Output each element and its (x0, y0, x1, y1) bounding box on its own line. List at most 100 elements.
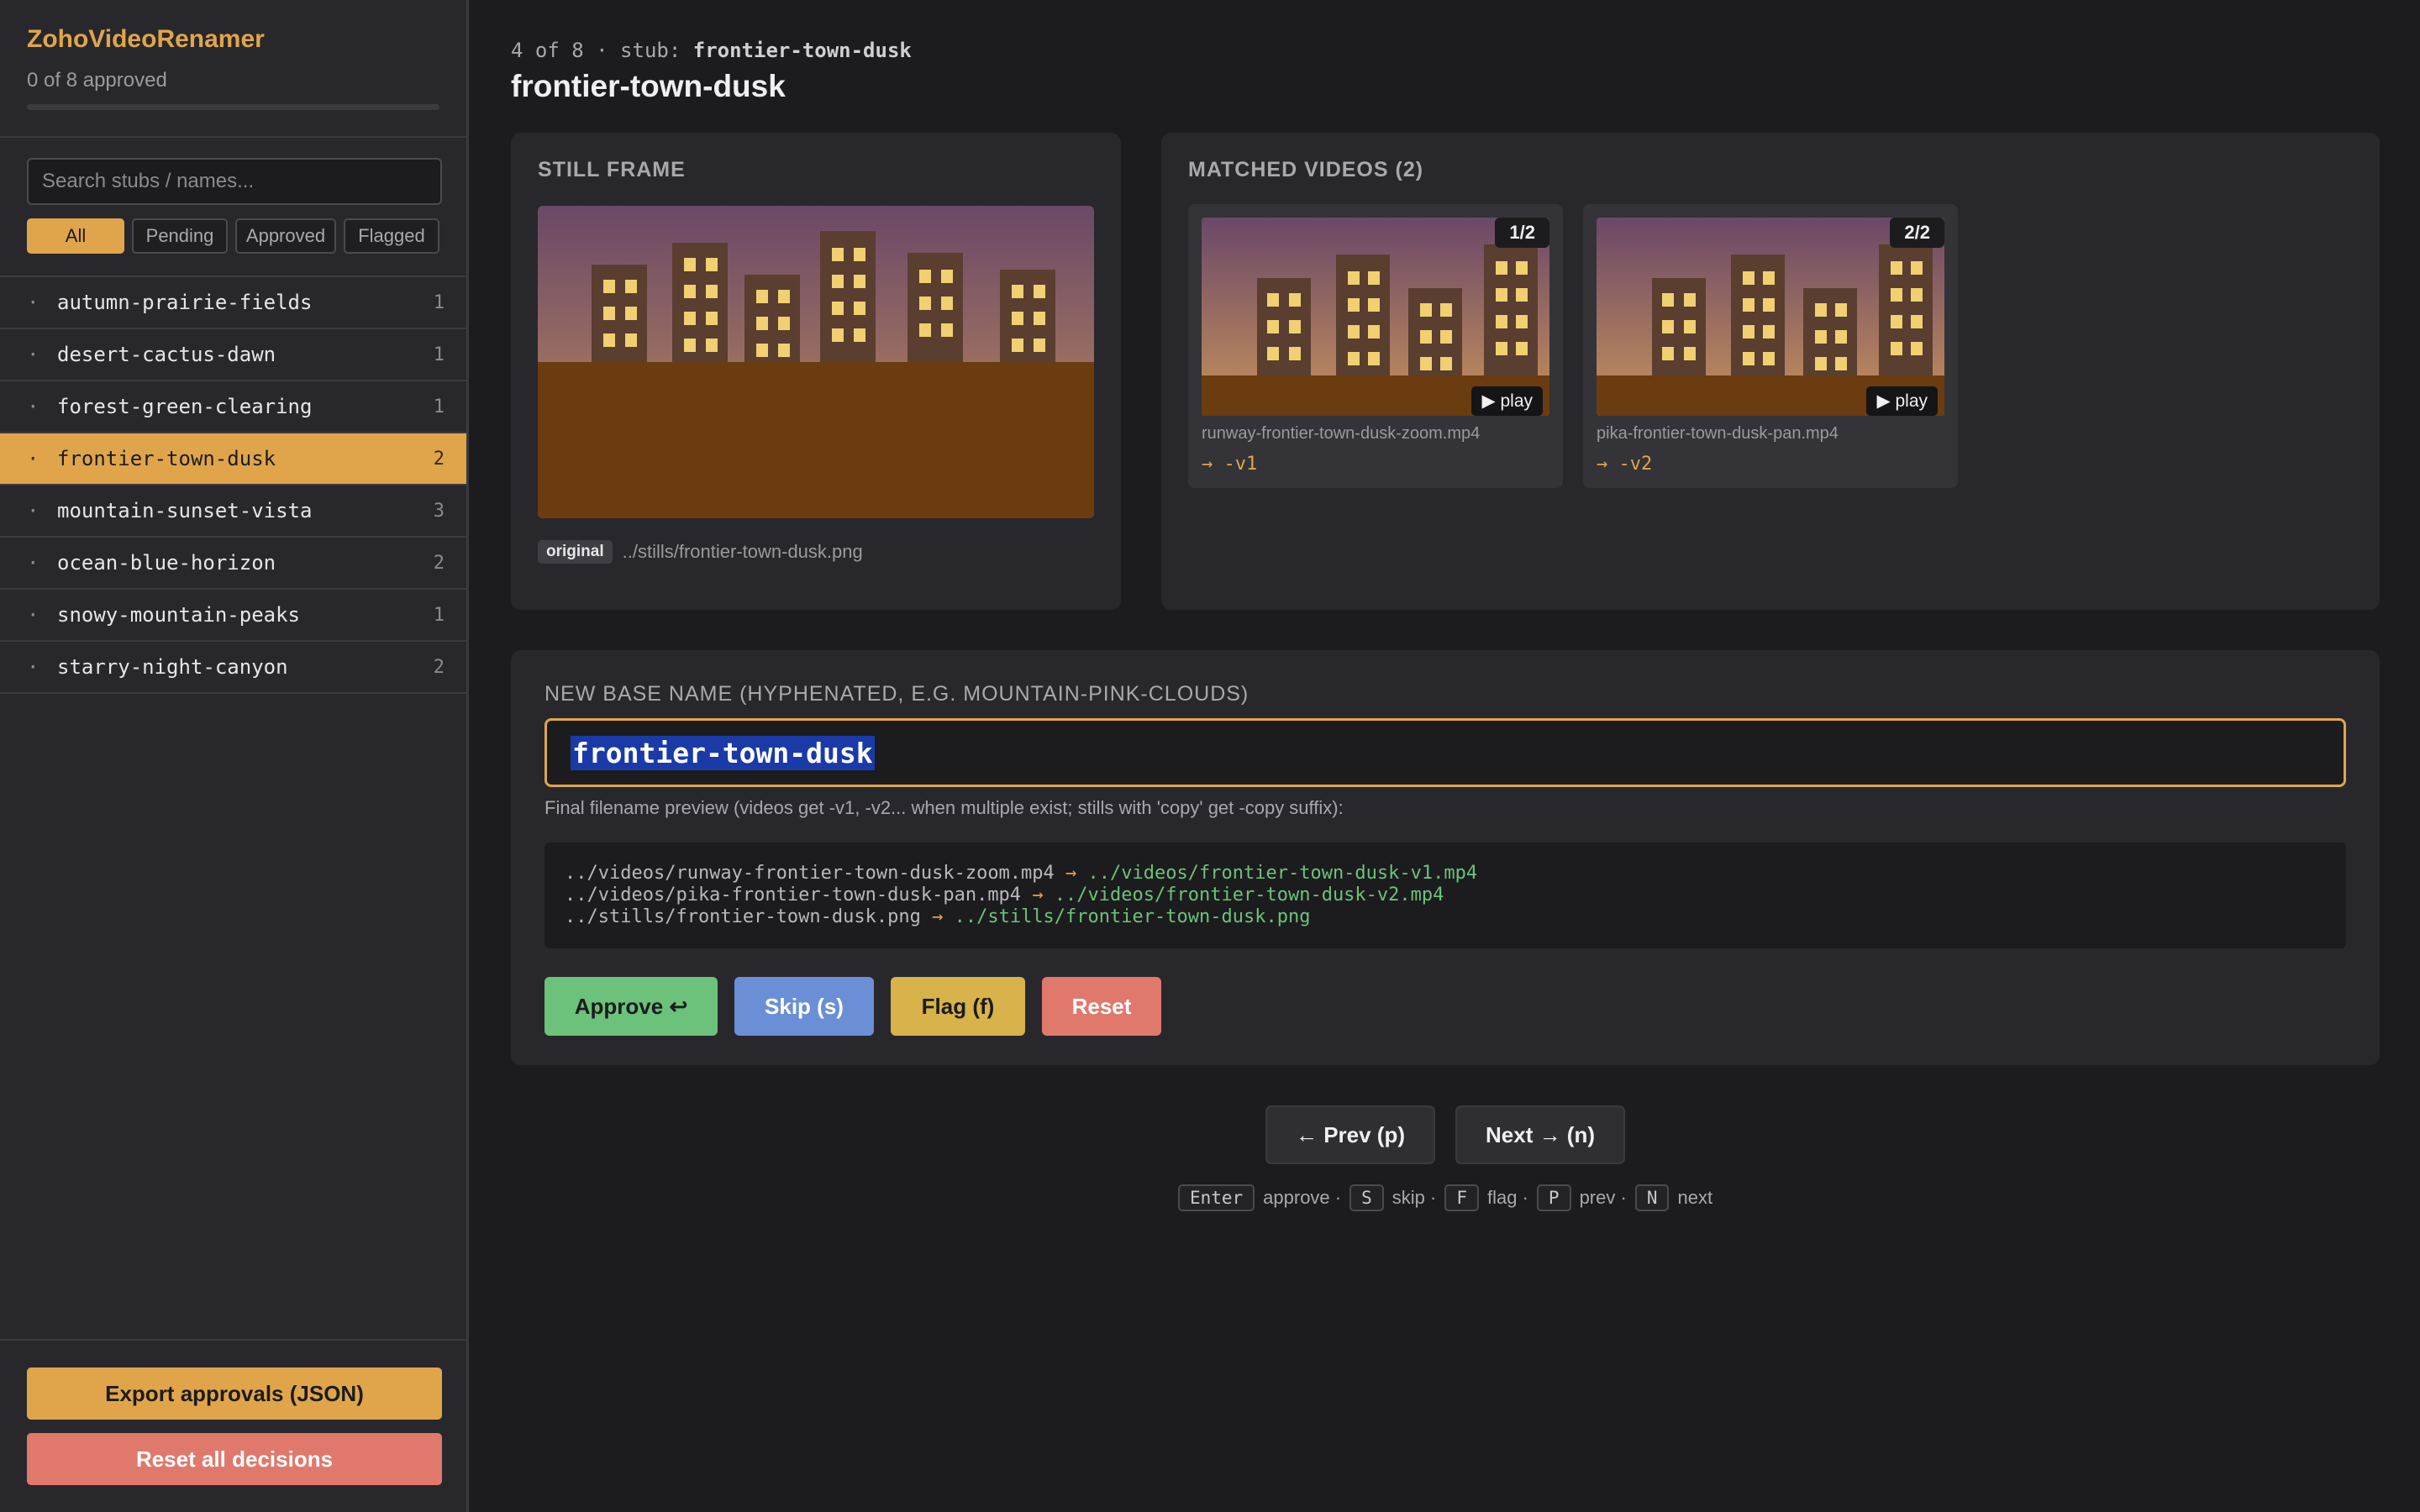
sidebar-footer: Export approvals (JSON) Reset all decisi… (0, 1339, 466, 1512)
still-frame-image (538, 206, 1094, 518)
town-dusk-illustration (538, 206, 1094, 518)
bullet-icon: · (27, 603, 39, 627)
arrow-icon: → (932, 906, 944, 927)
export-approvals-button[interactable]: Export approvals (JSON) (27, 1368, 442, 1420)
preview-line: ../videos/runway-frontier-town-dusk-zoom… (565, 863, 2326, 885)
preview-source: ../stills/frontier-town-dusk.png (565, 906, 921, 927)
preview-source: ../videos/runway-frontier-town-dusk-zoom… (565, 863, 1055, 884)
stub-list: · autumn-prairie-fields 1 · desert-cactus-d… (0, 277, 466, 694)
stub-item[interactable]: · snowy-mountain-peaks 1 (0, 590, 466, 642)
video-thumbnail[interactable]: 2/2 ▶ play (1597, 218, 1944, 416)
still-frame-label: STILL FRAME (538, 158, 686, 181)
still-caption: original ../stills/frontier-town-dusk.pn… (538, 540, 1094, 564)
video-index-badge: 2/2 (1890, 218, 1944, 248)
stub-item[interactable]: · starry-night-canyon 2 (0, 642, 466, 694)
rename-card: NEW BASE NAME (HYPHENATED, E.G. MOUNTAIN… (511, 650, 2380, 1065)
bullet-icon: · (27, 343, 39, 366)
bullet-icon: · (27, 447, 39, 470)
filter-row: All Pending Approved Flagged (27, 218, 439, 254)
original-badge: original (538, 540, 613, 564)
filter-flagged-button[interactable]: Flagged (343, 218, 439, 254)
stub-name: snowy-mountain-peaks (57, 603, 300, 627)
shortcut-key: N (1634, 1184, 1670, 1211)
preview-destination: ../videos/frontier-town-dusk-v1.mp4 (1087, 863, 1478, 884)
video-index-badge: 1/2 (1495, 218, 1549, 248)
arrow-icon: → (1032, 885, 1044, 906)
preview-hint: Final filename preview (videos get -v1, … (544, 797, 1344, 818)
stub-count: 3 (433, 500, 445, 522)
matched-videos-label: MATCHED VIDEOS (2) (1188, 158, 1424, 181)
flag-button[interactable]: Flag (f) (891, 977, 1025, 1036)
bullet-icon: · (27, 395, 39, 418)
action-row: Approve ↩ Skip (s) Flag (f) Reset (544, 977, 2346, 1036)
arrow-icon: → (1065, 863, 1077, 884)
page-title: frontier-town-dusk (511, 69, 786, 103)
breadcrumb: 4 of 8 · stub: frontier-town-dusk (511, 39, 912, 62)
shortcut-label: approve · (1263, 1187, 1342, 1208)
video-suffix: → -v2 (1597, 454, 1653, 475)
preview-line: ../stills/frontier-town-dusk.png → ../st… (565, 906, 2326, 928)
filter-all-button[interactable]: All (27, 218, 124, 254)
breadcrumb-prefix: 4 of 8 · stub: (511, 39, 693, 62)
reset-all-button[interactable]: Reset all decisions (27, 1433, 442, 1485)
shortcut-label: next (1677, 1187, 1713, 1208)
sidebar-filters: All Pending Approved Flagged (0, 138, 466, 277)
stub-name: forest-green-clearing (57, 395, 313, 418)
stub-item[interactable]: · forest-green-clearing 1 (0, 381, 466, 433)
bullet-icon: · (27, 499, 39, 522)
video-tile: 2/2 ▶ play pika-frontier-town-dusk-pan.m… (1583, 204, 1958, 488)
keyboard-shortcuts: Enter approve · Sskip · Fflag · Pprev · N… (511, 1184, 2380, 1211)
filter-approved-button[interactable]: Approved (235, 218, 336, 254)
filter-pending-button[interactable]: Pending (132, 218, 229, 254)
stub-item[interactable]: · mountain-sunset-vista 3 (0, 486, 466, 538)
approve-button[interactable]: Approve ↩ (544, 977, 718, 1036)
stub-name: ocean-blue-horizon (57, 551, 276, 575)
search-input[interactable] (27, 158, 442, 205)
stub-count: 2 (433, 448, 445, 470)
preview-line: ../videos/pika-frontier-town-dusk-pan.mp… (565, 885, 2326, 906)
stub-name: starry-night-canyon (57, 655, 288, 679)
matched-videos-card: MATCHED VIDEOS (2) 1/2 ▶ play runway-fro… (1161, 133, 2380, 610)
stub-item-active[interactable]: · frontier-town-dusk 2 (0, 433, 466, 486)
stub-count: 1 (433, 604, 445, 626)
play-button[interactable]: ▶ play (1471, 386, 1543, 416)
video-thumbnail[interactable]: 1/2 ▶ play (1202, 218, 1549, 416)
stub-count: 1 (433, 396, 445, 417)
sidebar-header: ZohoVideoRenamer 0 of 8 approved (0, 0, 466, 138)
stub-count: 2 (433, 656, 445, 678)
base-name-input[interactable]: frontier-town-dusk (544, 718, 2346, 787)
stub-item[interactable]: · ocean-blue-horizon 2 (0, 538, 466, 590)
bullet-icon: · (27, 551, 39, 575)
shortcut-label: prev · (1579, 1187, 1627, 1208)
play-button[interactable]: ▶ play (1866, 386, 1938, 416)
stub-item[interactable]: · autumn-prairie-fields 1 (0, 277, 466, 329)
video-suffix: → -v1 (1202, 454, 1258, 475)
approval-progress-bar (27, 104, 439, 110)
stub-item[interactable]: · desert-cactus-dawn 1 (0, 329, 466, 381)
next-button[interactable]: Next → (n) (1455, 1105, 1625, 1164)
nav-row: ← Prev (p) Next → (n) (511, 1105, 2380, 1164)
bullet-icon: · (27, 655, 39, 679)
shortcut-key: F (1444, 1184, 1479, 1211)
preview-destination: ../videos/frontier-town-dusk-v2.mp4 (1054, 885, 1444, 906)
approved-count: 0 of 8 approved (27, 69, 167, 92)
stub-count: 1 (433, 344, 445, 365)
shortcut-key: P (1536, 1184, 1571, 1211)
breadcrumb-stub: frontier-town-dusk (692, 39, 912, 62)
skip-button[interactable]: Skip (s) (734, 977, 874, 1036)
bullet-icon: · (27, 291, 39, 314)
shortcut-key: Enter (1177, 1184, 1255, 1211)
reset-button[interactable]: Reset (1042, 977, 1161, 1036)
shortcut-label: skip · (1392, 1187, 1437, 1208)
still-path: ../stills/frontier-town-dusk.png (622, 541, 863, 562)
preview-source: ../videos/pika-frontier-town-dusk-pan.mp… (565, 885, 1022, 906)
still-frame-card: STILL FRAME original ../stills/frontier-… (511, 133, 1121, 610)
stub-name: desert-cactus-dawn (57, 343, 276, 366)
stub-name: autumn-prairie-fields (57, 291, 313, 314)
sidebar: ZohoVideoRenamer 0 of 8 approved All Pen… (0, 0, 469, 1512)
shortcut-label: flag · (1486, 1187, 1528, 1208)
prev-button[interactable]: ← Prev (p) (1265, 1105, 1435, 1164)
filename-preview: ../videos/runway-frontier-town-dusk-zoom… (544, 843, 2346, 948)
rename-label: NEW BASE NAME (HYPHENATED, E.G. MOUNTAIN… (544, 682, 1249, 706)
stub-name: mountain-sunset-vista (57, 499, 313, 522)
